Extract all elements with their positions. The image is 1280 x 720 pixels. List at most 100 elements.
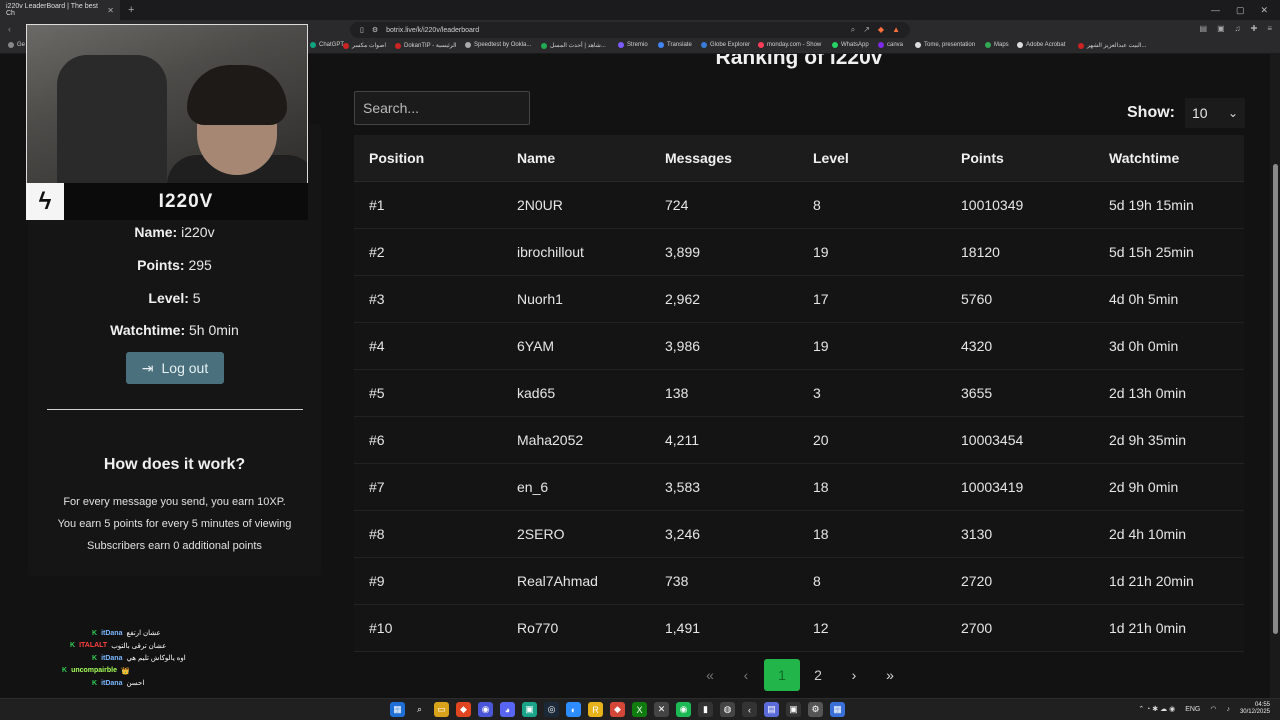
column-header-watchtime[interactable]: Watchtime: [1094, 150, 1242, 166]
first-page-icon[interactable]: «: [692, 659, 728, 691]
bookmark-item[interactable]: Ge: [8, 42, 25, 48]
cell-level: 17: [813, 291, 829, 307]
column-header-points[interactable]: Points: [946, 150, 1094, 166]
bookmark-item[interactable]: Speedtest by Ookla...: [465, 42, 531, 48]
bookmark-item[interactable]: Globe Explorer: [701, 42, 750, 48]
app-icon[interactable]: ◍: [720, 702, 735, 717]
app-icon[interactable]: ▮: [698, 702, 713, 717]
app-icon[interactable]: ▣: [786, 702, 801, 717]
minimize-icon[interactable]: —: [1211, 5, 1220, 16]
language-indicator[interactable]: ENG: [1185, 706, 1200, 713]
cell-points: 2720: [961, 573, 993, 589]
bookmark-label: Stremio: [627, 42, 648, 48]
bookmark-item[interactable]: Adobe Acrobat: [1017, 42, 1065, 48]
page-scrollbar[interactable]: [1270, 54, 1280, 698]
xbox-icon[interactable]: X: [632, 702, 647, 717]
app-icon[interactable]: ◆: [610, 702, 625, 717]
column-header-messages[interactable]: Messages: [650, 150, 798, 166]
tab-close-icon[interactable]: ✕: [107, 6, 114, 15]
new-tab-icon[interactable]: +: [128, 4, 134, 16]
bookmark-item[interactable]: canva: [878, 42, 903, 48]
file-explorer-icon[interactable]: ▭: [434, 702, 449, 717]
page-button-1[interactable]: 1: [764, 659, 800, 691]
bookmark-favicon-icon: [310, 42, 316, 48]
app-icon[interactable]: ▣: [522, 702, 537, 717]
cell-level: 8: [813, 197, 821, 213]
browser-tab[interactable]: i220v LeaderBoard | The best Ch ✕: [0, 0, 120, 20]
start-icon[interactable]: ▦: [390, 702, 405, 717]
close-window-icon[interactable]: ✕: [1260, 5, 1268, 16]
name-value: i220v: [181, 224, 215, 240]
tray-icons[interactable]: ⌃ ◔ ✱ ☁ ◉: [1138, 705, 1175, 713]
bookmark-item[interactable]: Tome, presentation: [915, 42, 975, 48]
bookmark-item[interactable]: Translate: [658, 42, 692, 48]
column-header-position[interactable]: Position: [354, 150, 502, 166]
last-page-icon[interactable]: »: [872, 659, 908, 691]
column-header-level[interactable]: Level: [798, 150, 946, 166]
watchtime-value: 5h 0min: [189, 322, 239, 338]
page-size-select[interactable]: 10 ⌄: [1185, 98, 1245, 128]
bookmark-item[interactable]: monday.com - Show: [758, 42, 821, 48]
brave-shield-icon[interactable]: ◆: [878, 25, 884, 35]
bookmark-icon[interactable]: ▯: [360, 26, 364, 34]
app-icon[interactable]: ✕: [654, 702, 669, 717]
search-input[interactable]: [354, 91, 530, 125]
spotify-icon[interactable]: ◉: [676, 702, 691, 717]
cell-messages: 3,583: [665, 479, 701, 495]
app-icon[interactable]: ◉: [478, 702, 493, 717]
bookmark-favicon-icon: [541, 42, 547, 49]
menu-icon[interactable]: ≡: [1267, 24, 1272, 33]
back-icon[interactable]: ‹: [8, 24, 11, 34]
logout-label: Log out: [161, 360, 209, 376]
app-icon[interactable]: ◐: [566, 702, 581, 717]
next-page-icon[interactable]: ›: [836, 659, 872, 691]
sidebar-icon[interactable]: ▤: [1200, 24, 1208, 33]
cell-position: #6: [369, 432, 385, 448]
bookmark-item[interactable]: WhatsApp: [832, 42, 869, 48]
brave-icon[interactable]: ◆: [456, 702, 471, 717]
brave-rewards-icon[interactable]: ▲: [892, 25, 900, 35]
bookmark-item[interactable]: Stremio: [618, 42, 648, 48]
bookmark-favicon-icon: [465, 42, 471, 48]
bookmark-label: canva: [887, 42, 904, 48]
leaderboard-table: Position Name Messages Level Points Watc…: [354, 135, 1244, 652]
address-bar[interactable]: ▯ ⚙ botrix.live/k/i220v/leaderboard ⌕ ↗ …: [350, 22, 910, 38]
volume-icon[interactable]: ♪: [1226, 706, 1230, 713]
site-info-icon[interactable]: ⚙: [372, 26, 378, 34]
chat-text: عشان ترقى بالتوب: [111, 642, 167, 650]
bookmark-item[interactable]: DokanTIP - الرئيسية: [395, 42, 457, 49]
cell-messages: 138: [665, 385, 689, 401]
app-icon[interactable]: R: [588, 702, 603, 717]
extensions-icon[interactable]: ✚: [1251, 24, 1258, 33]
app-icon[interactable]: ‹: [742, 702, 757, 717]
steam-icon[interactable]: ◎: [544, 702, 559, 717]
search-icon[interactable]: ⌕: [412, 702, 427, 717]
bookmark-item[interactable]: ChatGPT: [310, 42, 344, 48]
scrollbar-thumb[interactable]: [1273, 164, 1278, 634]
pagination: « ‹ 1 2 › »: [692, 659, 908, 691]
bookmark-item[interactable]: اصوات مكسر: [343, 42, 386, 49]
network-icon[interactable]: ◠: [1210, 705, 1216, 713]
zoom-icon[interactable]: ⌕: [851, 25, 855, 35]
bookmark-item[interactable]: Maps: [985, 42, 1009, 48]
wallet-icon[interactable]: ▣: [1217, 24, 1225, 33]
page-button-2[interactable]: 2: [800, 659, 836, 691]
clock[interactable]: 04:55 30/12/2025: [1240, 702, 1270, 716]
settings-icon[interactable]: ⚙: [808, 702, 823, 717]
bookmark-item[interactable]: البيت عبدالعزيز الشهر...: [1078, 42, 1147, 49]
logout-button[interactable]: ⇥ Log out: [126, 352, 224, 384]
chat-username: ITALALT: [79, 642, 108, 650]
share-icon[interactable]: ↗: [863, 25, 870, 35]
maximize-icon[interactable]: ▢: [1236, 5, 1245, 16]
music-icon[interactable]: ♫: [1235, 24, 1241, 33]
bookmark-label: Globe Explorer: [710, 42, 751, 48]
column-header-name[interactable]: Name: [502, 150, 650, 166]
app-icon[interactable]: ▦: [830, 702, 845, 717]
bookmark-item[interactable]: شاهد | أحدث المسل...: [541, 42, 606, 49]
cell-position: #7: [369, 479, 385, 495]
cell-position: #10: [369, 620, 393, 636]
prev-page-icon[interactable]: ‹: [728, 659, 764, 691]
bookmark-label: Speedtest by Ookla...: [474, 42, 532, 48]
discord-icon[interactable]: ◕: [500, 702, 515, 717]
app-icon[interactable]: ▤: [764, 702, 779, 717]
